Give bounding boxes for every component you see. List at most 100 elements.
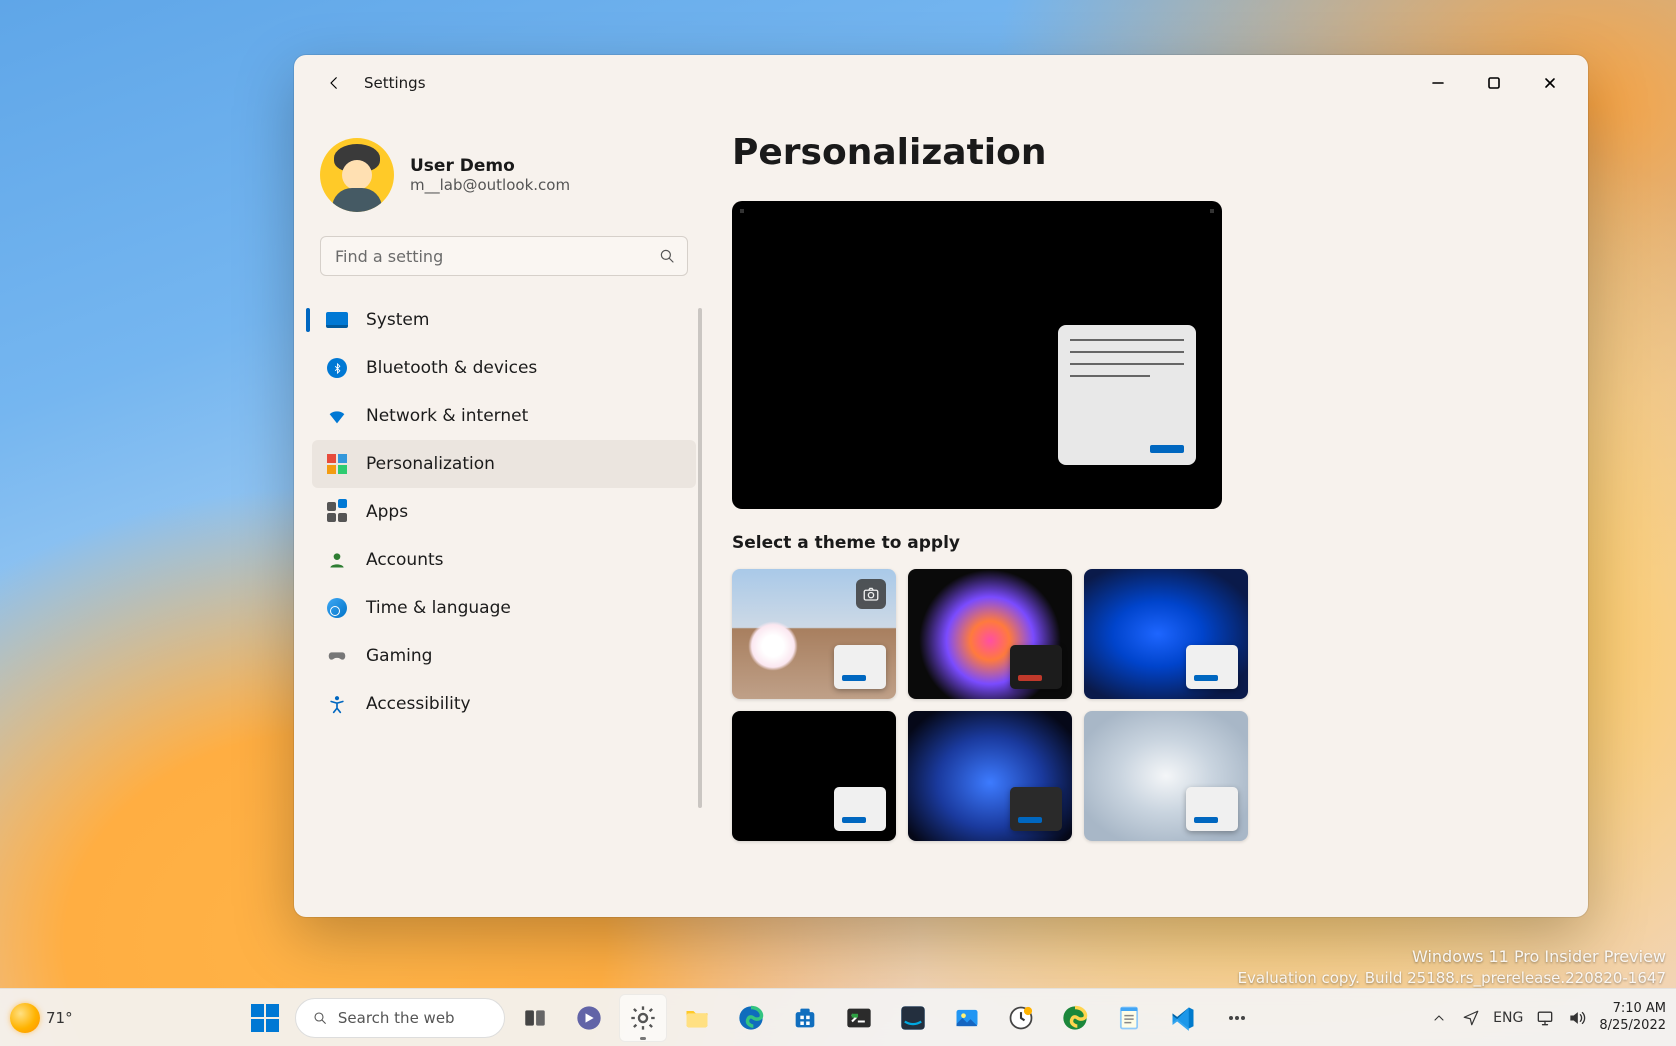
language-indicator[interactable]: ENG (1493, 1010, 1523, 1026)
taskbar-app-edge-canary[interactable] (1051, 994, 1099, 1042)
clock-time: 7:10 AM (1599, 1001, 1666, 1017)
taskbar-app-task-view[interactable] (511, 994, 559, 1042)
sidebar-item-label: Gaming (366, 646, 432, 666)
weather-temp: 71° (46, 1009, 73, 1027)
clock-date: 8/25/2022 (1599, 1018, 1666, 1034)
sidebar-item-system[interactable]: System (312, 296, 696, 344)
taskbar-app-photos[interactable] (943, 994, 991, 1042)
chevron-up-icon[interactable] (1429, 1008, 1449, 1028)
folder-icon (683, 1004, 711, 1032)
sidebar-item-gaming[interactable]: Gaming (312, 632, 696, 680)
preview-window-card (1058, 325, 1196, 465)
store-icon (791, 1004, 819, 1032)
theme-option-2[interactable] (908, 569, 1072, 699)
theme-option-3[interactable] (1084, 569, 1248, 699)
sidebar-item-label: Personalization (366, 454, 495, 474)
theme-option-4[interactable] (732, 711, 896, 841)
windows-icon (251, 1004, 279, 1032)
theme-option-6[interactable] (1084, 711, 1248, 841)
terminal-icon (845, 1004, 873, 1032)
title-bar: Settings (294, 55, 1588, 110)
edge-icon (737, 1004, 765, 1032)
wifi-icon (326, 405, 348, 427)
taskbar-overflow[interactable] (1213, 994, 1261, 1042)
taskbar-app-teams[interactable] (565, 994, 613, 1042)
sidebar-item-personalization[interactable]: Personalization (312, 440, 696, 488)
sidebar-item-label: System (366, 310, 429, 330)
sidebar-item-label: Time & language (366, 598, 511, 618)
sidebar-item-bluetooth[interactable]: Bluetooth & devices (312, 344, 696, 392)
taskbar-app-prime-video[interactable] (889, 994, 937, 1042)
palette-icon (326, 453, 348, 475)
vscode-icon (1169, 1004, 1197, 1032)
accessibility-icon (326, 693, 348, 715)
gamepad-icon (326, 645, 348, 667)
taskbar-search-placeholder: Search the web (338, 1009, 455, 1027)
sidebar-item-accessibility[interactable]: Accessibility (312, 680, 696, 728)
sun-icon (10, 1003, 40, 1033)
taskbar-app-edge[interactable] (727, 994, 775, 1042)
sidebar-item-label: Accounts (366, 550, 444, 570)
taskbar-app-terminal[interactable] (835, 994, 883, 1042)
account-profile[interactable]: User Demo m__lab@outlook.com (312, 130, 696, 232)
ellipsis-icon (1225, 1006, 1249, 1030)
search-icon (312, 1010, 328, 1026)
nav-list: System Bluetooth & devices Network & int… (312, 296, 696, 728)
taskbar-search[interactable]: Search the web (295, 998, 505, 1038)
watermark-line-2: Evaluation copy. Build 25188.rs_prerelea… (1238, 968, 1666, 988)
apps-icon (326, 501, 348, 523)
avatar (320, 138, 394, 212)
weather-widget[interactable]: 71° (10, 1003, 73, 1033)
watermark-line-1: Windows 11 Pro Insider Preview (1238, 946, 1666, 968)
close-button[interactable] (1522, 61, 1578, 105)
desktop-preview (732, 201, 1222, 509)
sidebar-item-label: Apps (366, 502, 408, 522)
content-area: Personalization Select a theme to apply (714, 110, 1588, 917)
taskbar-app-file-explorer[interactable] (673, 994, 721, 1042)
taskbar-app-clock[interactable] (997, 994, 1045, 1042)
sidebar-item-label: Accessibility (366, 694, 471, 714)
volume-icon[interactable] (1567, 1008, 1587, 1028)
taskbar-app-vscode[interactable] (1159, 994, 1207, 1042)
start-button[interactable] (241, 994, 289, 1042)
teams-icon (575, 1004, 603, 1032)
taskbar-app-settings[interactable] (619, 994, 667, 1042)
page-title: Personalization (732, 132, 1558, 173)
gear-icon (629, 1004, 657, 1032)
notepad-icon (1115, 1004, 1143, 1032)
sidebar-item-label: Bluetooth & devices (366, 358, 537, 378)
scrollbar[interactable] (698, 308, 702, 808)
sidebar-item-apps[interactable]: Apps (312, 488, 696, 536)
theme-option-5[interactable] (908, 711, 1072, 841)
theme-option-1[interactable] (732, 569, 896, 699)
maximize-button[interactable] (1466, 61, 1522, 105)
desktop-watermark: Windows 11 Pro Insider Preview Evaluatio… (1238, 946, 1666, 988)
theme-grid (732, 569, 1558, 841)
edge-canary-icon (1061, 1004, 1089, 1032)
taskbar-clock[interactable]: 7:10 AM 8/25/2022 (1599, 1001, 1666, 1034)
profile-name: User Demo (410, 156, 570, 176)
sidebar-item-network[interactable]: Network & internet (312, 392, 696, 440)
sidebar-item-time[interactable]: Time & language (312, 584, 696, 632)
minimize-button[interactable] (1410, 61, 1466, 105)
person-icon (326, 549, 348, 571)
theme-section-label: Select a theme to apply (732, 533, 1558, 553)
globe-clock-icon (326, 597, 348, 619)
profile-email: m__lab@outlook.com (410, 176, 570, 194)
sidebar-item-accounts[interactable]: Accounts (312, 536, 696, 584)
app-title: Settings (364, 74, 426, 92)
clock-icon (1007, 1004, 1035, 1032)
prime-video-icon (899, 1004, 927, 1032)
display-icon (326, 309, 348, 331)
network-tray-icon[interactable] (1535, 1008, 1555, 1028)
task-view-icon (522, 1005, 548, 1031)
sidebar-item-label: Network & internet (366, 406, 528, 426)
search-input[interactable] (320, 236, 688, 276)
taskbar-app-notepad[interactable] (1105, 994, 1153, 1042)
taskbar-app-ms-store[interactable] (781, 994, 829, 1042)
search-icon (658, 247, 676, 265)
location-icon[interactable] (1461, 1008, 1481, 1028)
bluetooth-icon (326, 357, 348, 379)
camera-icon (856, 579, 886, 609)
back-button[interactable] (314, 63, 354, 103)
